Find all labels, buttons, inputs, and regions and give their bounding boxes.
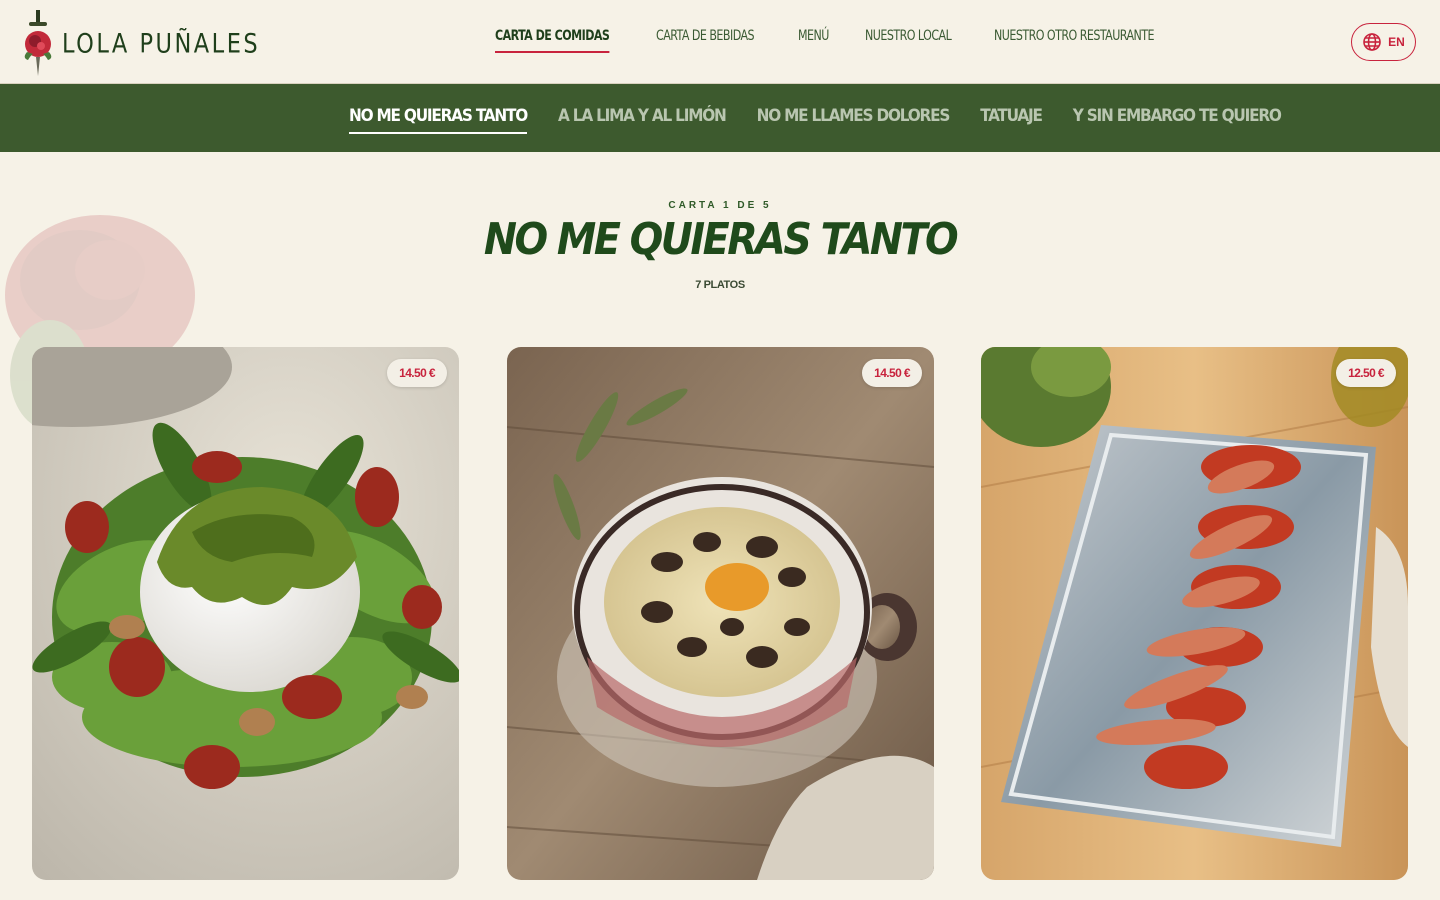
- category-bar: NO ME QUIERAS TANTO A LA LIMA Y AL LIMÓN…: [0, 84, 1440, 152]
- category-no-me-llames-dolores[interactable]: NO ME LLAMES DOLORES: [757, 106, 951, 134]
- nav-carta-de-comidas[interactable]: CARTA DE COMIDAS: [495, 28, 610, 53]
- price-badge: 14.50 €: [862, 359, 922, 387]
- dish-photo-tuna-tomato-plate: [981, 347, 1408, 880]
- dish-count: 7 PLATOS: [695, 279, 745, 291]
- nav-nuestro-local[interactable]: NUESTRO LOCAL: [865, 28, 952, 53]
- dagger-rose-icon: [24, 10, 52, 76]
- brand-logo[interactable]: LOLA PUÑALES: [22, 8, 260, 78]
- category-nav: NO ME QUIERAS TANTO A LA LIMA Y AL LIMÓN…: [349, 106, 1282, 134]
- nav-nuestro-otro-restaurante[interactable]: NUESTRO OTRO RESTAURANTE: [994, 28, 1155, 53]
- dish-photo-burrata-salad: [32, 347, 459, 880]
- language-button[interactable]: EN: [1351, 23, 1416, 61]
- brand-name: LOLA PUÑALES: [62, 27, 261, 59]
- section-title: NO ME QUIERAS TANTO: [483, 214, 959, 265]
- category-a-la-lima-y-al-limon[interactable]: A LA LIMA Y AL LIMÓN: [558, 106, 727, 134]
- dish-card[interactable]: 14.50 €: [507, 347, 934, 880]
- section-eyebrow: CARTA 1 DE 5: [668, 200, 772, 211]
- site-header: LOLA PUÑALES CARTA DE COMIDAS CARTA DE B…: [0, 0, 1440, 84]
- nav-carta-de-bebidas[interactable]: CARTA DE BEBIDAS: [656, 28, 755, 53]
- globe-icon: [1363, 33, 1381, 51]
- language-label: EN: [1388, 35, 1405, 49]
- category-y-sin-embargo-te-quiero[interactable]: Y SIN EMBARGO TE QUIERO: [1073, 106, 1282, 134]
- price-badge: 14.50 €: [387, 359, 447, 387]
- section-heading: CARTA 1 DE 5 NO ME QUIERAS TANTO 7 PLATO…: [0, 200, 1440, 291]
- main-nav: CARTA DE COMIDAS CARTA DE BEBIDAS MENÚ N…: [495, 28, 1175, 53]
- dish-card[interactable]: 14.50 €: [32, 347, 459, 880]
- nav-menu[interactable]: MENÚ: [798, 28, 829, 53]
- category-tatuaje[interactable]: TATUAJE: [980, 106, 1043, 134]
- dish-card[interactable]: 12.50 €: [981, 347, 1408, 880]
- category-no-me-quieras-tanto[interactable]: NO ME QUIERAS TANTO: [349, 106, 528, 134]
- price-badge: 12.50 €: [1336, 359, 1396, 387]
- dish-photo-egg-mushroom-bowl: [507, 347, 934, 880]
